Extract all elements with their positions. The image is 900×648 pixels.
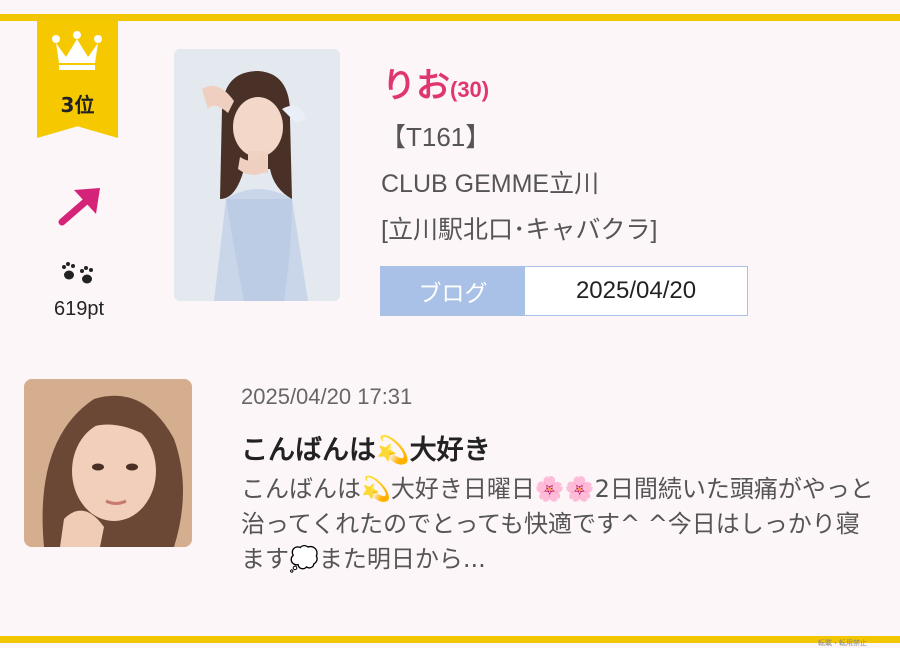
trend-up-arrow-icon — [58, 188, 100, 226]
location-category: [立川駅北口･キャバクラ] — [381, 216, 658, 244]
profile-photo[interactable] — [174, 49, 340, 301]
post-title[interactable]: こんばんは💫大好き — [241, 428, 491, 467]
blog-link-box[interactable]: ブログ 2025/04/20 — [380, 266, 748, 316]
rank-ribbon: 3位 — [37, 21, 118, 138]
crown-icon — [52, 31, 102, 70]
paw-icon — [62, 262, 93, 284]
cast-age: (30) — [450, 77, 490, 102]
height-tag: 【T161】 — [380, 122, 492, 152]
post-thumbnail-illustration — [24, 379, 192, 547]
blog-tab[interactable]: ブログ — [381, 267, 525, 315]
club-name[interactable]: CLUB GEMME立川 — [381, 164, 599, 200]
top-border — [0, 14, 900, 21]
post-timestamp: 2025/04/20 17:31 — [241, 384, 413, 409]
blog-latest-date: 2025/04/20 — [575, 277, 697, 304]
post-excerpt: こんばんは💫大好き日曜日🌸🌸2日間続いた頭痛がやっと治ってくれたのでとっても快適… — [241, 475, 874, 573]
profile-photo-illustration — [174, 49, 340, 301]
points-value: 619pt — [53, 298, 105, 320]
cast-name[interactable]: りお — [382, 67, 450, 105]
rank-label: 3位 — [60, 93, 95, 117]
bottom-border — [0, 636, 900, 643]
post-thumbnail[interactable] — [24, 379, 192, 547]
cast-name-line: りお(30) — [382, 58, 489, 107]
